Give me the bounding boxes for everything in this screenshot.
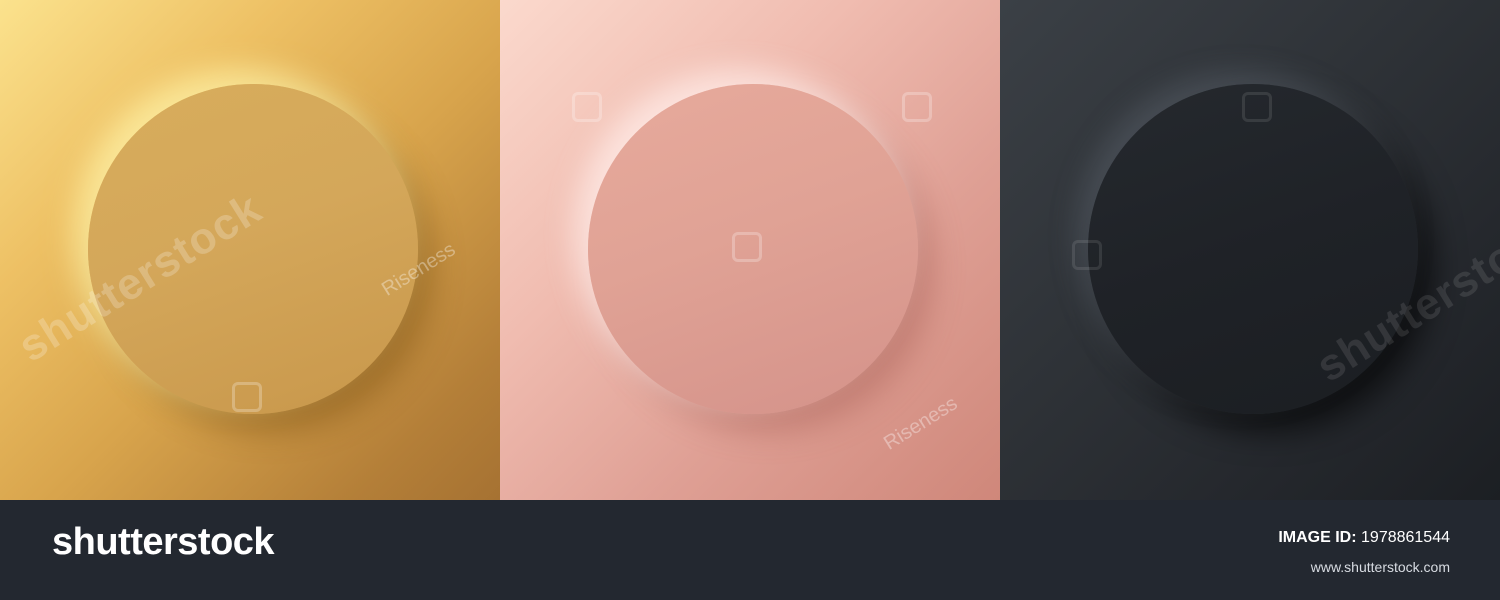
panel-row: shutterstock Riseness Riseness shutterst… — [0, 0, 1500, 500]
watermark-mark — [1072, 240, 1102, 270]
image-id: IMAGE ID: 1978861544 — [1278, 528, 1450, 548]
site-url-link[interactable]: www.shutterstock.com — [1311, 558, 1450, 576]
watermark-mark — [902, 92, 932, 122]
rose-gold-panel: Riseness — [500, 0, 1000, 500]
shutterstock-logo[interactable]: shutterstock — [52, 520, 275, 564]
gold-panel: shutterstock Riseness — [0, 0, 500, 500]
watermark-contributor: Riseness — [880, 392, 962, 455]
watermark-mark — [732, 232, 762, 262]
footer-bar: shutterstock IMAGE ID: 1978861544 www.sh… — [0, 500, 1500, 600]
watermark-mark — [1242, 92, 1272, 122]
black-panel: shutterstock — [1000, 0, 1500, 500]
watermark-mark — [572, 92, 602, 122]
stock-image: shutterstock Riseness Riseness shutterst… — [0, 0, 1500, 600]
watermark-mark — [232, 382, 262, 412]
image-id-value: 1978861544 — [1361, 529, 1450, 546]
image-id-label: IMAGE ID: — [1278, 529, 1357, 546]
